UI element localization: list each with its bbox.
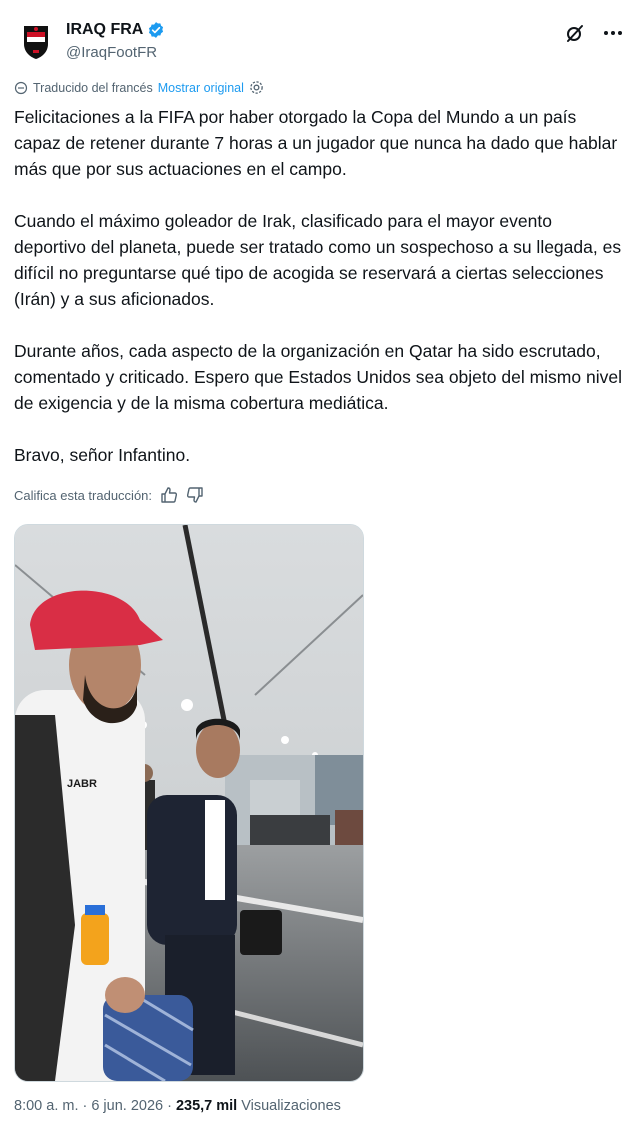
display-name[interactable]: IRAQ FRA [66, 21, 143, 39]
tweet-meta: 8:00 a. m. · 6 jun. 2026 · 235,7 mil Vis… [14, 1098, 341, 1114]
tweet-date[interactable]: 6 jun. 2026 [91, 1098, 163, 1114]
iraq-crest-icon [24, 26, 48, 59]
more-icon[interactable] [602, 22, 624, 44]
rate-translation: Califica esta traducción: [14, 486, 204, 504]
verified-badge-icon [149, 22, 164, 38]
avatar[interactable] [14, 20, 58, 64]
tweet-media-photo[interactable]: JABR [14, 524, 364, 1082]
grok-icon[interactable] [564, 22, 586, 44]
views-count[interactable]: 235,7 mil [176, 1098, 237, 1114]
translation-notice: Traducido del francés Mostrar original [14, 80, 264, 95]
tweet-paragraph: Bravo, señor Infantino. [14, 445, 191, 465]
meta-separator: · [82, 1098, 88, 1114]
handle[interactable]: @IraqFootFR [66, 44, 157, 61]
views-label: Visualizaciones [241, 1098, 341, 1114]
show-original-link[interactable]: Mostrar original [158, 81, 244, 95]
translate-icon [14, 81, 28, 94]
translated-label: Traducido del francés [33, 80, 153, 95]
rate-label: Califica esta traducción: [14, 487, 153, 503]
jacket-text: JABR [67, 778, 97, 790]
thumbs-up-icon[interactable] [160, 486, 178, 504]
tweet-paragraph: Cuando el máximo goleador de Irak, clasi… [14, 211, 622, 309]
tweet-paragraph: Durante años, cada aspecto de la organiz… [14, 341, 622, 413]
tweet-text: Felicitaciones a la FIFA por haber otorg… [14, 104, 626, 468]
settings-icon[interactable] [249, 80, 264, 95]
tweet-header: IRAQ FRA @IraqFootFR [14, 12, 626, 68]
thumbs-down-icon[interactable] [186, 486, 204, 504]
meta-separator: · [167, 1098, 172, 1114]
airport-photo: JABR [15, 525, 363, 1081]
tweet-paragraph: Felicitaciones a la FIFA por haber otorg… [14, 107, 618, 179]
tweet-time[interactable]: 8:00 a. m. [14, 1098, 78, 1114]
